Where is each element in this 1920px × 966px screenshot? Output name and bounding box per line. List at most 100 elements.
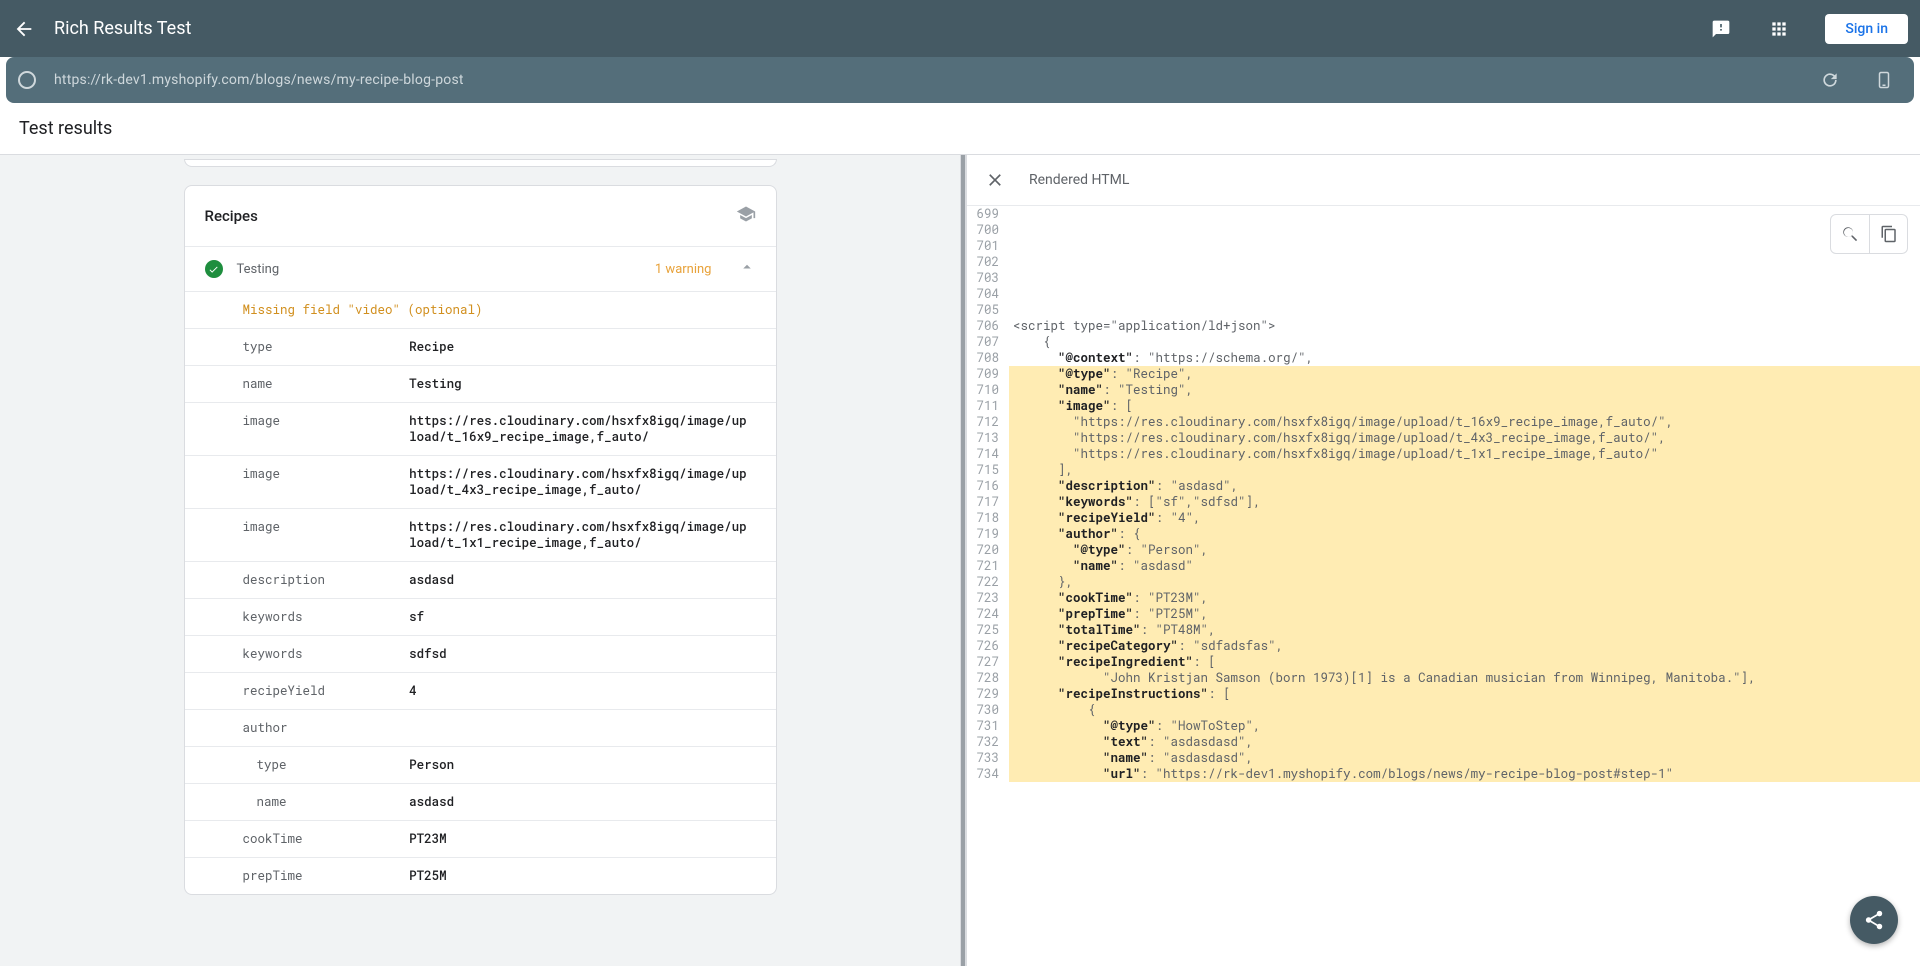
feedback-button[interactable] (1701, 9, 1741, 49)
code-search-button[interactable] (1831, 215, 1869, 253)
line-number: 717 (967, 494, 1009, 510)
line-text: "recipeYield": "4", (1009, 510, 1920, 526)
line-number: 715 (967, 462, 1009, 478)
tested-url[interactable]: https://rk-dev1.myshopify.com/blogs/news… (54, 72, 1794, 88)
property-key: author (185, 710, 410, 747)
refresh-button[interactable] (1812, 62, 1848, 98)
line-text: "John Kristjan Samson (born 1973)[1] is … (1009, 670, 1920, 686)
line-number: 716 (967, 478, 1009, 494)
line-text: "recipeIngredient": [ (1009, 654, 1920, 670)
copy-icon (1880, 225, 1898, 243)
line-text: "name": "asdasdasd", (1009, 750, 1920, 766)
code-line: 709 "@type": "Recipe", (967, 366, 1920, 382)
property-key: recipeYield (185, 673, 410, 710)
vertical-splitter[interactable] (960, 155, 967, 966)
page-subtitle: Test results (0, 103, 1920, 155)
line-text: "name": "asdasd" (1009, 558, 1920, 574)
sign-in-button[interactable]: Sign in (1825, 14, 1908, 44)
property-row: imagehttps://res.cloudinary.com/hsxfx8ig… (185, 456, 776, 509)
line-number: 713 (967, 430, 1009, 446)
line-number: 730 (967, 702, 1009, 718)
line-number: 704 (967, 286, 1009, 302)
code-line: 726 "recipeCategory": "sdfadsfas", (967, 638, 1920, 654)
results-column: Recipes Testing 1 warning Missing field (0, 155, 960, 966)
code-panel: Rendered HTML 699700701702703704705706<s… (967, 155, 1920, 966)
property-value: https://res.cloudinary.com/hsxfx8igq/ima… (409, 509, 775, 562)
recipe-item-row[interactable]: Testing 1 warning (185, 246, 776, 291)
line-text: "url": "https://rk-dev1.myshopify.com/bl… (1009, 766, 1920, 782)
close-panel-button[interactable] (975, 160, 1015, 200)
line-number: 711 (967, 398, 1009, 414)
property-row: keywordssf (185, 599, 776, 636)
line-number: 702 (967, 254, 1009, 270)
line-text: "image": [ (1009, 398, 1920, 414)
line-number: 723 (967, 590, 1009, 606)
line-number: 733 (967, 750, 1009, 766)
code-tools (1830, 214, 1908, 254)
code-line: 708 "@context": "https://schema.org/", (967, 350, 1920, 366)
line-text: "@context": "https://schema.org/", (1009, 350, 1920, 366)
line-number: 707 (967, 334, 1009, 350)
line-text: "description": "asdasd", (1009, 478, 1920, 494)
line-text: "totalTime": "PT48M", (1009, 622, 1920, 638)
line-number: 721 (967, 558, 1009, 574)
code-line: 711 "image": [ (967, 398, 1920, 414)
apps-button[interactable] (1759, 9, 1799, 49)
line-text (1009, 286, 1920, 302)
line-number: 703 (967, 270, 1009, 286)
code-line: 721 "name": "asdasd" (967, 558, 1920, 574)
property-value: asdasd (409, 562, 775, 599)
line-text (1009, 222, 1920, 238)
recipes-card-header: Recipes (185, 186, 776, 246)
line-text: "recipeInstructions": [ (1009, 686, 1920, 702)
code-line: 733 "name": "asdasdasd", (967, 750, 1920, 766)
property-key: image (185, 403, 410, 456)
code-line: 702 (967, 254, 1920, 270)
code-scroll-area[interactable]: 699700701702703704705706<script type="ap… (967, 205, 1920, 966)
share-fab[interactable] (1850, 896, 1898, 944)
code-line: 715 ], (967, 462, 1920, 478)
line-number: 726 (967, 638, 1009, 654)
property-row: imagehttps://res.cloudinary.com/hsxfx8ig… (185, 509, 776, 562)
previous-card-bottom (184, 159, 777, 167)
code-line: 729 "recipeInstructions": [ (967, 686, 1920, 702)
line-text: ], (1009, 462, 1920, 478)
property-row: descriptionasdasd (185, 562, 776, 599)
line-number: 700 (967, 222, 1009, 238)
code-line: 727 "recipeIngredient": [ (967, 654, 1920, 670)
line-text (1009, 238, 1920, 254)
line-text: "@type": "HowToStep", (1009, 718, 1920, 734)
code-line: 714 "https://res.cloudinary.com/hsxfx8ig… (967, 446, 1920, 462)
property-key: type (185, 747, 410, 784)
property-value: sf (409, 599, 775, 636)
property-row: author (185, 710, 776, 747)
property-row: nameasdasd (185, 784, 776, 821)
line-number: 724 (967, 606, 1009, 622)
code-line: 705 (967, 302, 1920, 318)
line-text (1009, 254, 1920, 270)
line-text: "@type": "Recipe", (1009, 366, 1920, 382)
property-key: name (185, 784, 410, 821)
device-button[interactable] (1866, 62, 1902, 98)
code-copy-button[interactable] (1869, 215, 1907, 253)
code-line: 704 (967, 286, 1920, 302)
code-line: 732 "text": "asdasdasd", (967, 734, 1920, 750)
line-number: 699 (967, 206, 1009, 222)
property-value: sdfsd (409, 636, 775, 673)
code-line: 720 "@type": "Person", (967, 542, 1920, 558)
property-row: cookTimePT23M (185, 821, 776, 858)
app-title: Rich Results Test (54, 18, 191, 39)
code-line: 725 "totalTime": "PT48M", (967, 622, 1920, 638)
code-line: 723 "cookTime": "PT23M", (967, 590, 1920, 606)
back-button[interactable] (12, 17, 36, 41)
property-value: Recipe (409, 329, 775, 366)
code-line: 699 (967, 206, 1920, 222)
line-text (1009, 270, 1920, 286)
line-text: "https://res.cloudinary.com/hsxfx8igq/im… (1009, 446, 1920, 462)
line-number: 727 (967, 654, 1009, 670)
line-number: 712 (967, 414, 1009, 430)
school-icon[interactable] (736, 204, 756, 228)
code-lines: 699700701702703704705706<script type="ap… (967, 206, 1920, 782)
line-text: "https://res.cloudinary.com/hsxfx8igq/im… (1009, 430, 1920, 446)
line-number: 718 (967, 510, 1009, 526)
